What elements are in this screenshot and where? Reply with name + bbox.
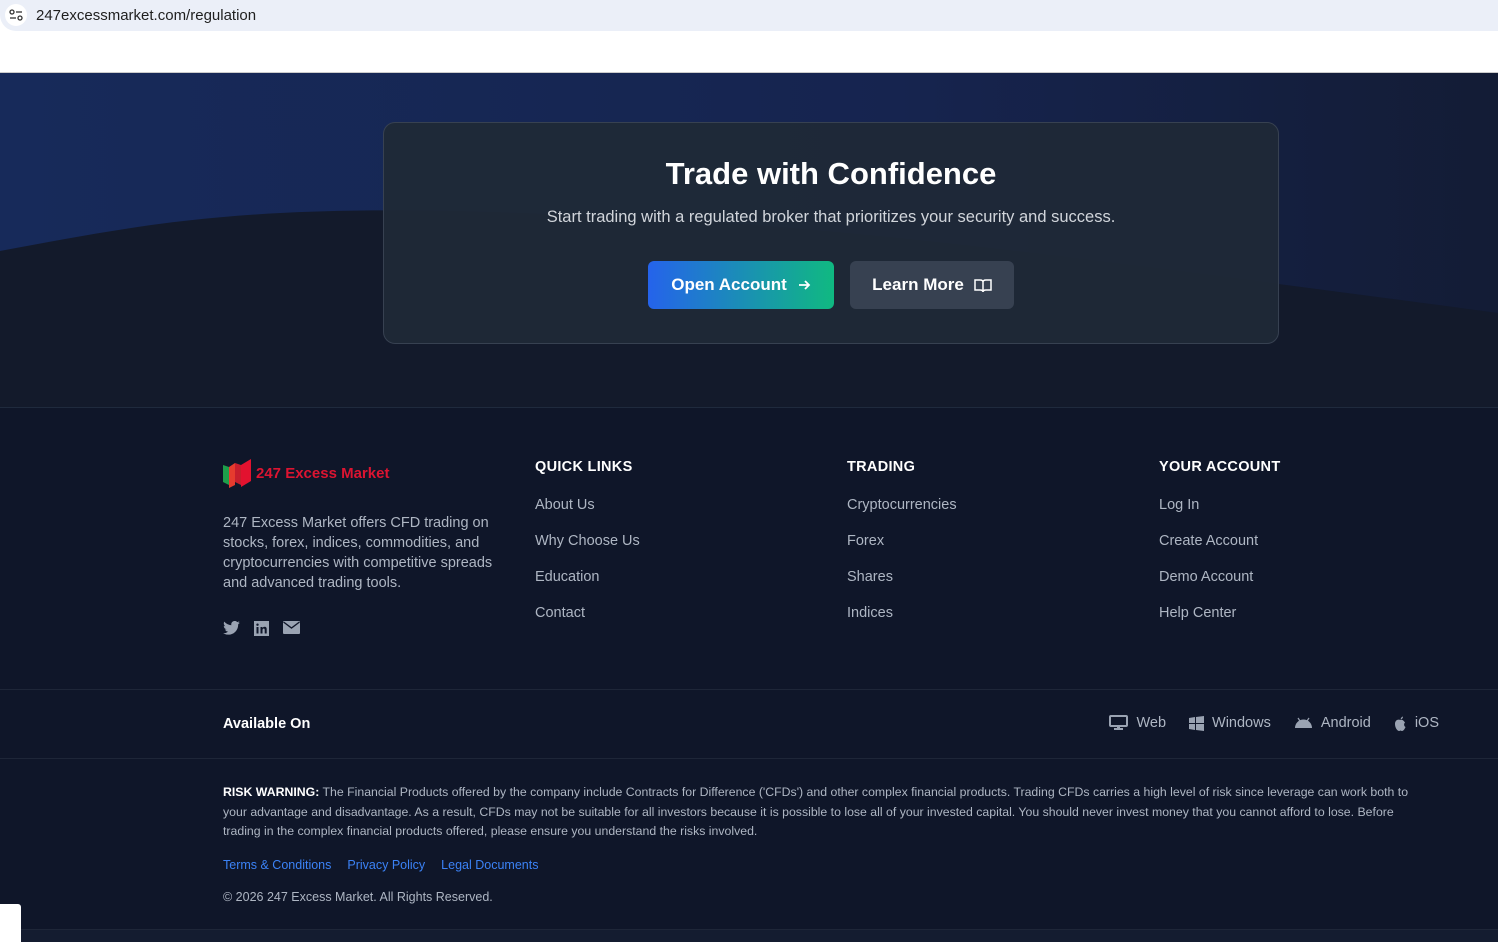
apple-icon — [1394, 716, 1406, 731]
footer-link-demo-account[interactable]: Demo Account — [1159, 569, 1280, 587]
footer-link-help-center[interactable]: Help Center — [1159, 605, 1280, 623]
platform-android[interactable]: Android — [1294, 715, 1371, 731]
site-footer: 247 Excess Market 247 Excess Market offe… — [0, 409, 1498, 942]
address-bar[interactable]: 247excessmarket.com/regulation — [0, 0, 1498, 31]
scroll-to-top-button[interactable] — [0, 904, 21, 942]
logo-icon — [223, 459, 251, 488]
column-title: QUICK LINKS — [535, 459, 633, 475]
page-header-blank — [0, 32, 1498, 73]
email-icon[interactable] — [283, 621, 300, 634]
footer-link-education[interactable]: Education — [535, 569, 640, 587]
cta-subtitle: Start trading with a regulated broker th… — [546, 208, 1116, 226]
column-title: TRADING — [847, 459, 916, 475]
column-title: YOUR ACCOUNT — [1159, 459, 1281, 475]
risk-warning-text: The Financial Products offered by the co… — [223, 785, 1409, 838]
platform-web[interactable]: Web — [1109, 715, 1166, 731]
monitor-icon — [1109, 715, 1129, 730]
footer-link-about-us[interactable]: About Us — [535, 497, 640, 515]
risk-warning: RISK WARNING: The Financial Products off… — [223, 783, 1423, 842]
platform-label: iOS — [1414, 715, 1439, 731]
available-on-bar: Available On Web Windows Android iOS — [0, 689, 1498, 759]
brand-description: 247 Excess Market offers CFD trading on … — [223, 515, 493, 591]
arrow-right-icon — [798, 280, 811, 290]
copyright: © 2026 247 Excess Market. All Rights Res… — [223, 890, 493, 904]
windows-icon — [1189, 715, 1205, 731]
footer-link-why-choose-us[interactable]: Why Choose Us — [535, 533, 640, 551]
learn-more-button[interactable]: Learn More — [850, 261, 1014, 309]
footer-bottom-strip — [0, 929, 1498, 942]
cta-title: Trade with Confidence — [665, 156, 997, 191]
risk-warning-label: RISK WARNING: — [223, 785, 320, 799]
footer-link-indices[interactable]: Indices — [847, 605, 957, 623]
platform-label: Android — [1320, 715, 1371, 731]
legal-links: Terms & Conditions Privacy Policy Legal … — [223, 858, 538, 872]
account-column: YOUR ACCOUNT Log In Create Account Demo … — [1159, 459, 1280, 641]
learn-more-label: Learn More — [872, 275, 964, 294]
open-account-button[interactable]: Open Account — [648, 261, 834, 309]
linkedin-icon[interactable] — [254, 621, 269, 636]
book-icon — [974, 278, 992, 292]
browser-bar: 247excessmarket.com/regulation — [0, 0, 1498, 32]
platform-label: Windows — [1212, 715, 1271, 731]
site-settings-icon[interactable] — [5, 4, 27, 26]
footer-link-log-in[interactable]: Log In — [1159, 497, 1280, 515]
footer-link-cryptocurrencies[interactable]: Cryptocurrencies — [847, 497, 957, 515]
cta-section: Trade with Confidence Start trading with… — [0, 73, 1498, 408]
open-account-label: Open Account — [671, 275, 787, 294]
cta-card: Trade with Confidence Start trading with… — [383, 122, 1279, 344]
privacy-link[interactable]: Privacy Policy — [347, 858, 425, 872]
social-links — [223, 621, 300, 636]
footer-link-shares[interactable]: Shares — [847, 569, 957, 587]
legal-documents-link[interactable]: Legal Documents — [441, 858, 538, 872]
quick-links-column: QUICK LINKS About Us Why Choose Us Educa… — [535, 459, 640, 641]
twitter-icon[interactable] — [223, 621, 240, 635]
brand-logo[interactable]: 247 Excess Market — [223, 457, 389, 489]
platform-ios[interactable]: iOS — [1394, 715, 1439, 731]
footer-link-forex[interactable]: Forex — [847, 533, 957, 551]
brand-name: 247 Excess Market — [256, 464, 390, 482]
available-on-label: Available On — [223, 716, 311, 732]
url-text[interactable]: 247excessmarket.com/regulation — [36, 7, 256, 24]
android-icon — [1294, 717, 1312, 728]
footer-link-contact[interactable]: Contact — [535, 605, 640, 623]
trading-column: TRADING Cryptocurrencies Forex Shares In… — [847, 459, 957, 641]
terms-link[interactable]: Terms & Conditions — [223, 858, 331, 872]
footer-link-create-account[interactable]: Create Account — [1159, 533, 1280, 551]
platform-label: Web — [1136, 715, 1167, 731]
platform-windows[interactable]: Windows — [1189, 715, 1271, 731]
